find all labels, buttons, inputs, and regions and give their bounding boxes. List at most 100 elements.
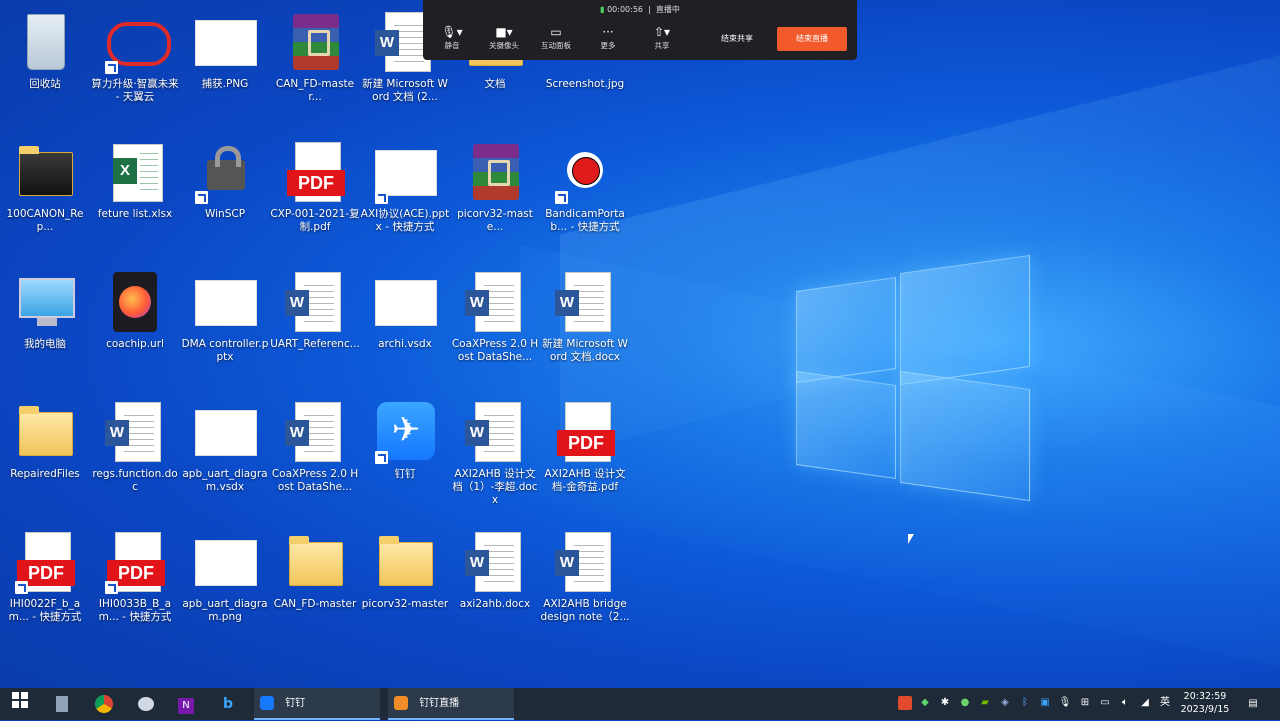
desktop-icon-my-computer[interactable]: 我的电脑 xyxy=(0,264,90,351)
microphone-icon[interactable]: 🎙︎ xyxy=(1058,696,1072,710)
desktop-icon-new-word-doc[interactable]: W 新建 Microsoft Word 文档.docx xyxy=(540,264,630,364)
tray-app-icon[interactable]: ● xyxy=(958,696,972,710)
word-icon: W xyxy=(465,290,489,316)
desktop-icon-apb-uart-vsdx[interactable]: apb_uart_diagram.vsdx xyxy=(180,394,270,494)
notification-center-icon[interactable]: ▤ xyxy=(1246,697,1260,711)
network-icon[interactable]: ◢ xyxy=(1138,696,1152,710)
share-icon: ⇧▾ xyxy=(653,25,671,39)
desktop-icon-label: 100CANON_Rep... xyxy=(6,208,84,233)
desktop-icon-label: 捕获.PNG xyxy=(201,78,249,90)
desktop-icon-coachip-url[interactable]: coachip.url xyxy=(90,264,180,351)
word-icon: W xyxy=(285,290,309,316)
desktop-icon-label: AXI协议(ACE).pptx - 快捷方式 xyxy=(360,208,450,233)
tray-app-icon[interactable]: ◈ xyxy=(998,696,1012,710)
onenote-taskbar-icon[interactable]: N xyxy=(174,692,198,716)
desktop-icon-axi2ahb-docx[interactable]: W axi2ahb.docx xyxy=(450,524,540,611)
desktop-icon-tianyi-cloud[interactable]: 算力升级·智赢未来 - 天翼云 xyxy=(90,4,180,104)
desktop-icon-label: BandicamPortab... - 快捷方式 xyxy=(545,208,625,233)
excel-icon: X xyxy=(113,158,137,184)
desktop-icon-winscp[interactable]: WinSCP xyxy=(180,134,270,221)
share-button[interactable]: ⇧▾ 共享 xyxy=(637,24,687,51)
desktop-icon-canon-rep[interactable]: 100CANON_Rep... xyxy=(0,134,90,234)
visio-icon xyxy=(195,410,257,456)
powerpoint-icon xyxy=(195,280,257,326)
desktop-icon-label: IHI0033B_B_am... - 快捷方式 xyxy=(98,598,172,623)
tray-app-icon[interactable] xyxy=(898,696,912,710)
nvidia-icon[interactable]: ▰ xyxy=(978,696,992,710)
dingtalk-icon xyxy=(260,696,274,710)
winscp-lock-icon xyxy=(207,146,245,190)
desktop-icon-label: AXI2AHB 设计文档（1）-李超.docx xyxy=(452,468,538,506)
desktop-icon-archi-vsdx[interactable]: archi.vsdx xyxy=(360,264,450,351)
desktop-icon-ihi0022f[interactable]: PDF IHI0022F_b_am... - 快捷方式 xyxy=(0,524,90,624)
desktop-icon-regs-function[interactable]: W regs.function.doc xyxy=(90,394,180,494)
desktop-icon-label: 回收站 xyxy=(29,78,61,90)
desktop-icon-axi2ahb-lichao[interactable]: W AXI2AHB 设计文档（1）-李超.docx xyxy=(450,394,540,507)
taskbar-app-dingtalk-live[interactable]: 钉钉直播 xyxy=(388,688,514,720)
desktop-icon-label: apb_uart_diagram.png xyxy=(182,598,268,623)
desktop-icon-label: UART_Referenc... xyxy=(270,338,360,350)
desktop-icon-picorv32-archive[interactable]: picorv32-maste... xyxy=(450,134,540,234)
desktop-icon-label: CAN_FD-master... xyxy=(275,78,355,103)
interaction-panel-button[interactable]: ▭ 互动面板 xyxy=(531,24,581,51)
live-status: ▮ 00:00:56 | 直播中 xyxy=(600,5,680,14)
pdf-icon: PDF xyxy=(557,430,615,456)
desktop-icon-label: axi2ahb.docx xyxy=(459,598,531,610)
image-thumbnail-icon xyxy=(195,540,257,586)
desktop-icon-feture-list[interactable]: X feture list.xlsx xyxy=(90,134,180,221)
desktop-icon-label: feture list.xlsx xyxy=(97,208,173,220)
word-icon: W xyxy=(555,290,579,316)
desktop-icon-recycle-bin[interactable]: 回收站 xyxy=(0,4,90,91)
desktop-icon-repaired-files[interactable]: RepairedFiles xyxy=(0,394,90,481)
desktop-icon-axi-ace-pptx[interactable]: AXI协议(ACE).pptx - 快捷方式 xyxy=(360,134,450,234)
start-button[interactable] xyxy=(8,692,32,716)
desktop-icon-coaxpress-2[interactable]: W CoaXPress 2.0 Host DataShe... xyxy=(270,394,360,494)
shield-icon[interactable]: ◆ xyxy=(918,696,932,710)
camera-icon: ■▾ xyxy=(495,25,513,39)
bing-taskbar-icon[interactable]: b xyxy=(216,692,240,716)
ime-indicator[interactable]: 英 xyxy=(1157,696,1173,710)
more-icon: ··· xyxy=(602,25,614,39)
desktop-icon-label: picorv32-master xyxy=(361,598,449,610)
desktop-icon-apb-uart-png[interactable]: apb_uart_diagram.png xyxy=(180,524,270,624)
desktop-icon-label: archi.vsdx xyxy=(378,338,432,350)
desktop-icon-label: 新建 Microsoft Word 文档.docx xyxy=(542,338,628,363)
chrome-taskbar-icon[interactable] xyxy=(92,692,116,716)
shortcut-arrow-icon xyxy=(375,191,388,204)
camera-off-button[interactable]: ■▾ 关摄像头 xyxy=(479,24,529,51)
desktop-icon-cxp-pdf[interactable]: PDF CXP-001-2021-复制.pdf xyxy=(270,134,360,234)
desktop-icon-ihi0033b[interactable]: PDF IHI0033B_B_am... - 快捷方式 xyxy=(90,524,180,624)
firefox-icon xyxy=(113,272,157,332)
end-live-button[interactable]: 结束直播 xyxy=(777,27,847,51)
tray-app-icon[interactable]: ⊞ xyxy=(1078,696,1092,710)
desktop-icon-picorv32-folder[interactable]: picorv32-master xyxy=(360,524,450,611)
bluetooth-icon[interactable]: ᛒ xyxy=(1018,696,1032,710)
calculator-taskbar-icon[interactable] xyxy=(50,692,74,716)
paint-taskbar-icon[interactable] xyxy=(134,692,158,716)
mute-button[interactable]: 🎙︎▾ 静音 xyxy=(427,24,477,51)
desktop-icon-capture-png[interactable]: 捕获.PNG xyxy=(180,4,270,91)
more-button[interactable]: ··· 更多 xyxy=(583,24,633,51)
end-share-button[interactable]: 结束共享 xyxy=(707,28,767,50)
taskbar-clock[interactable]: 20:32:59 2023/9/15 xyxy=(1176,690,1234,716)
desktop-icon-uart-reference[interactable]: W UART_Referenc... xyxy=(270,264,360,351)
desktop-icon-dingtalk[interactable]: 钉钉 xyxy=(360,394,450,481)
desktop-icon-label: WinSCP xyxy=(204,208,246,220)
tray-app-icon[interactable]: ✱ xyxy=(938,696,952,710)
desktop-icon-can-fd-folder[interactable]: CAN_FD-master xyxy=(270,524,360,611)
desktop-icon-can-fd-archive[interactable]: CAN_FD-master... xyxy=(270,4,360,104)
desktop-icon-axi2ahb-pdf[interactable]: PDF AXI2AHB 设计文档-金奇益.pdf xyxy=(540,394,630,494)
desktop-icon-dma-pptx[interactable]: DMA controller.pptx xyxy=(180,264,270,364)
word-icon: W xyxy=(555,550,579,576)
desktop-icon-label: CoaXPress 2.0 Host DataShe... xyxy=(451,338,539,363)
tray-app-icon[interactable]: ▣ xyxy=(1038,696,1052,710)
taskbar: N b 钉钉 钉钉直播 ◆ ✱ ● ▰ ◈ ᛒ ▣ 🎙︎ ⊞ ▭ 🔈︎ ◢ 英 … xyxy=(0,688,1280,720)
pdf-icon: PDF xyxy=(287,170,345,196)
taskbar-app-dingtalk[interactable]: 钉钉 xyxy=(254,688,380,720)
desktop-icon-axi2ahb-bridge-note[interactable]: W AXI2AHB bridge design note（2... xyxy=(540,524,630,624)
desktop-icon-bandicam[interactable]: BandicamPortab... - 快捷方式 xyxy=(540,134,630,234)
volume-icon[interactable]: 🔈︎ xyxy=(1118,696,1132,710)
desktop-icon-label: IHI0022F_b_am... - 快捷方式 xyxy=(8,598,82,623)
battery-icon[interactable]: ▭ xyxy=(1098,696,1112,710)
desktop-icon-coaxpress-1[interactable]: W CoaXPress 2.0 Host DataShe... xyxy=(450,264,540,364)
